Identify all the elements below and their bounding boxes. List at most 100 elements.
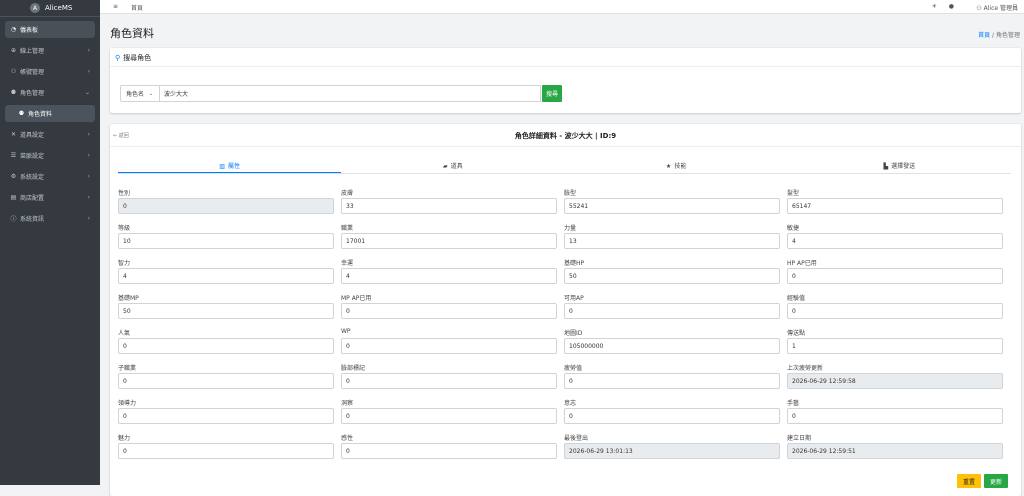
field-label: 洞察: [341, 400, 354, 407]
field-input[interactable]: 50: [564, 268, 780, 284]
sidebar-item-accounts[interactable]: ⚇ 帳號管理 ›: [5, 63, 95, 80]
field-input[interactable]: 0: [564, 373, 780, 389]
search-button[interactable]: 搜尋: [542, 85, 562, 102]
field-input[interactable]: 4: [118, 268, 334, 284]
reset-button[interactable]: 重置: [957, 474, 981, 488]
chevron-right-icon: ›: [87, 215, 90, 222]
divider: [110, 66, 1021, 67]
field-input[interactable]: 0: [341, 373, 557, 389]
sidebar-item-label: 線上管理: [20, 48, 45, 55]
attribute-field: 人氣 0: [118, 328, 334, 354]
field-input[interactable]: 10: [118, 233, 334, 249]
sidebar-item-shop[interactable]: ▤ 商店配置 ›: [5, 189, 95, 206]
field-label: 幸運: [341, 260, 354, 267]
field-label: 可用AP: [564, 295, 584, 302]
field-input[interactable]: 0: [341, 443, 557, 459]
sidebar-item-items[interactable]: ✕ 道具設定 ›: [5, 126, 95, 143]
chevron-right-icon: ›: [87, 47, 90, 54]
field-input[interactable]: 33: [341, 198, 557, 214]
field-input[interactable]: 0: [787, 303, 1003, 319]
search-type-select[interactable]: 角色名 ⌄: [120, 85, 160, 102]
attribute-field: 地圖ID 105000000: [564, 328, 780, 354]
theme-toggle-icon[interactable]: ☀: [932, 3, 937, 10]
field-input[interactable]: 0: [787, 408, 1003, 424]
attribute-field: 敏捷 4: [787, 223, 1003, 249]
dashboard-icon: ◔: [10, 26, 17, 33]
field-input[interactable]: 1: [787, 338, 1003, 354]
field-input[interactable]: 0: [118, 338, 334, 354]
field-input[interactable]: 13: [564, 233, 780, 249]
field-label: 領導力: [118, 400, 137, 407]
user-group-icon: ⚉: [10, 89, 17, 96]
attribute-field: 基礎MP 50: [118, 293, 334, 319]
tab-items[interactable]: ▰ 道具: [341, 160, 564, 173]
field-label: 感性: [341, 435, 354, 442]
tab-skills[interactable]: ★ 技能: [565, 160, 788, 173]
chevron-right-icon: ›: [87, 152, 90, 159]
sidebar-item-character-data[interactable]: ⚉ 角色資料: [5, 105, 95, 122]
attribute-field: 上次疲勞更新 2026-06-29 12:59:58: [787, 363, 1003, 389]
field-input: 2026-06-29 12:59:58: [787, 373, 1003, 389]
field-input[interactable]: 4: [341, 268, 557, 284]
search-icon: ⚲: [115, 54, 121, 62]
attribute-field: 魅力 0: [118, 433, 334, 459]
attribute-field: 力量 13: [564, 223, 780, 249]
search-card-title: 搜尋角色: [123, 54, 152, 62]
brand[interactable]: A AliceMS: [0, 0, 100, 17]
sidebar-item-drops[interactable]: ☰ 菜脈設定 ›: [5, 147, 95, 164]
top-home-link[interactable]: 首頁: [131, 3, 143, 12]
user-menu[interactable]: ⚇ Alice 管理員: [976, 3, 1018, 12]
update-button[interactable]: 更新: [984, 474, 1008, 488]
field-input: 0: [118, 198, 334, 214]
field-input[interactable]: 0: [118, 408, 334, 424]
field-label: 力量: [564, 225, 577, 232]
field-input[interactable]: 0: [341, 408, 557, 424]
field-label: 敏捷: [787, 225, 800, 232]
field-label: 建立日期: [787, 435, 812, 442]
field-input[interactable]: 17001: [341, 233, 557, 249]
search-input[interactable]: 波少大大: [160, 85, 541, 102]
tab-attributes[interactable]: ▥ 屬性: [118, 160, 342, 173]
field-label: 最後登出: [564, 435, 589, 442]
field-input[interactable]: 65147: [787, 198, 1003, 214]
breadcrumb-home[interactable]: 首頁: [978, 32, 990, 39]
field-label: 皮膚: [341, 190, 354, 197]
field-input[interactable]: 0: [341, 338, 557, 354]
chat-icon[interactable]: ●: [949, 3, 954, 10]
field-input[interactable]: 0: [118, 443, 334, 459]
chevron-down-icon: ⌄: [84, 89, 90, 96]
detail-title: 角色詳細資料 - 波少大大 | ID:9: [514, 132, 617, 140]
field-label: 髮型: [787, 190, 800, 197]
field-input[interactable]: 0: [341, 303, 557, 319]
field-label: 經驗值: [787, 295, 806, 302]
field-label: 疲勞值: [564, 365, 583, 372]
field-input[interactable]: 0: [118, 373, 334, 389]
field-input[interactable]: 4: [787, 233, 1003, 249]
sidebar-item-system[interactable]: ⚙ 系統設定 ›: [5, 168, 95, 185]
field-input[interactable]: 0: [564, 408, 780, 424]
attribute-field: 幸運 4: [341, 258, 557, 284]
store-icon: ▤: [10, 194, 17, 201]
field-label: 等級: [118, 225, 131, 232]
attribute-field: 手藝 0: [787, 398, 1003, 424]
tab-send[interactable]: ▙ 選擇發送: [788, 160, 1011, 173]
field-label: 意志: [564, 400, 577, 407]
sidebar-item-label: 系統資訊: [20, 216, 45, 223]
field-label: 魅力: [118, 435, 131, 442]
field-label: 地圖ID: [564, 330, 583, 337]
sidebar-item-label: 系統設定: [20, 174, 45, 181]
field-input[interactable]: 55241: [564, 198, 780, 214]
field-input[interactable]: 50: [118, 303, 334, 319]
globe-icon: ⊕: [10, 47, 17, 54]
attribute-field: 經驗值 0: [787, 293, 1003, 319]
field-input[interactable]: 0: [787, 268, 1003, 284]
menu-icon[interactable]: ≡: [113, 3, 118, 10]
sidebar-item-online[interactable]: ⊕ 線上管理 ›: [5, 42, 95, 59]
attribute-field: WP 0: [341, 328, 557, 354]
users-icon: ⚇: [10, 68, 17, 75]
sidebar-item-dashboard[interactable]: ◔ 儀表板: [5, 21, 95, 38]
field-input[interactable]: 105000000: [564, 338, 780, 354]
sidebar-item-info[interactable]: ⓘ 系統資訊 ›: [5, 210, 95, 227]
field-input[interactable]: 0: [564, 303, 780, 319]
sidebar-item-characters[interactable]: ⚉ 角色管理 ⌄: [5, 84, 95, 101]
